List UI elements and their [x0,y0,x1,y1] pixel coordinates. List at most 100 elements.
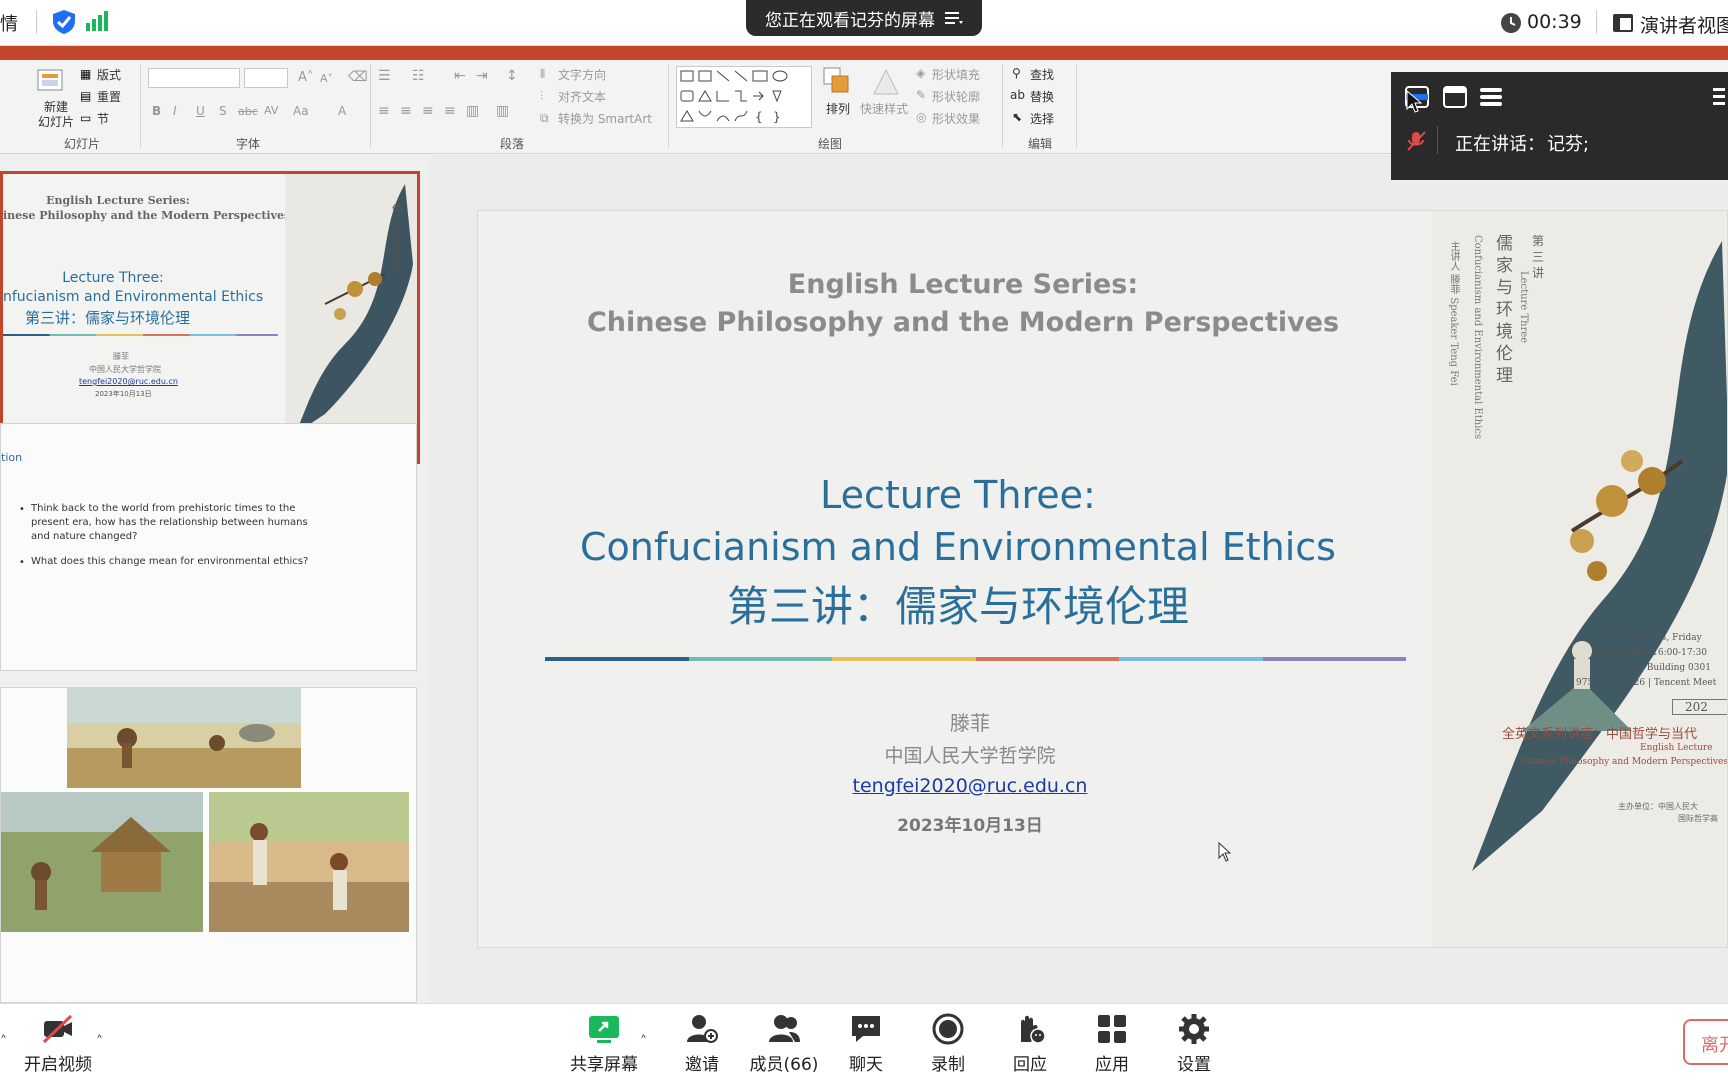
current-slide[interactable]: English Lecture Series: Chinese Philosop… [477,210,1728,948]
text-direction-icon: ⫴ [540,67,546,81]
ribbon-tab-strip[interactable] [0,46,1728,60]
numbering-icon[interactable]: ☷ [412,68,425,84]
speaker-floating-panel[interactable]: 正在讲话： 记芬; [1391,72,1728,180]
thumb1-topic: nfucianism and Environmental Ethics [3,289,264,305]
replace-button[interactable]: 替换 [1030,88,1054,105]
text-direction-button[interactable]: 文字方向 [558,66,606,83]
columns-icon[interactable]: ▥ [496,103,509,119]
leave-meeting-button[interactable]: 离开 [1683,1019,1728,1065]
poster-series-en1: English Lecture [1640,743,1713,753]
arrange-button[interactable]: 排列 [826,100,850,117]
underline-icon[interactable]: U [196,104,205,118]
font-name-dropdown[interactable] [148,68,240,88]
poster-series-cn: 全英文系列讲座：中国哲学与当代 [1502,727,1698,742]
stripe-segment [688,657,832,661]
bold-icon[interactable]: B [152,104,161,118]
settings-label: 设置 [1177,1055,1211,1075]
chat-button[interactable]: 聊天 [826,1012,906,1075]
shapes-gallery[interactable]: {} [676,66,812,128]
align-text-button[interactable]: 对齐文本 [558,88,606,105]
thumb1-cn-title: 第三讲：儒家与环境伦理 [25,309,191,327]
members-icon [769,1015,800,1042]
quick-styles-icon[interactable] [870,66,902,98]
shape-outline-button[interactable]: 形状轮廓 [932,88,980,105]
quick-styles-button[interactable]: 快速样式 [860,100,908,117]
smartart-button[interactable]: 转换为 SmartArt [558,110,652,127]
find-button[interactable]: 查找 [1030,66,1054,83]
list-view-icon[interactable] [1479,86,1503,108]
increase-indent-icon[interactable]: ⇥ [476,68,488,84]
replace-icon: ab [1010,88,1025,102]
bullets-icon[interactable]: ☰ [378,68,391,84]
thumb2-bullet-1: Think back to the world from prehistoric… [31,503,308,542]
decrease-indent-icon[interactable]: ⇤ [454,68,466,84]
record-icon [932,1013,964,1045]
shape-effects-button[interactable]: 形状效果 [932,110,980,127]
chevron-left-icon[interactable]: ˄ [0,1034,7,1050]
group-label-slides: 幻灯片 [64,137,101,151]
apps-button[interactable]: 应用 [1072,1012,1152,1075]
select-button[interactable]: 选择 [1030,110,1054,127]
italic-icon[interactable]: I [173,104,177,118]
react-button[interactable]: 回应 [990,1012,1070,1075]
poster-year: 202 [1672,699,1727,715]
new-slide-icon[interactable] [36,66,66,96]
poster-place: Lide Building 0301 [1624,663,1711,673]
screen-sharing-indicator[interactable]: 您正在观看记芬的屏幕 [746,0,982,36]
section-icon: ▭ [80,111,92,125]
grow-font-icon[interactable]: A˄ [298,70,313,85]
thumb1-date: 2023年10月13日 [95,390,152,398]
slide-thumbnail-2[interactable]: tion • Think back to the world from preh… [0,423,417,671]
slide-thumbnail-1[interactable]: English Lecture Series: inese Philosophy… [0,171,420,464]
apps-label: 应用 [1095,1055,1129,1075]
slide-thumbnail-3[interactable] [0,687,417,1003]
arrange-icon[interactable] [822,66,852,96]
justify-icon[interactable]: ≡ [444,103,456,119]
members-button[interactable]: 成员(66) [744,1012,824,1075]
speaker-email-link[interactable]: tengfei2020@ruc.edu.cn [478,775,1462,797]
divider [668,64,669,148]
svg-text:}: } [773,110,781,124]
settings-button[interactable]: 设置 [1154,1012,1234,1075]
layout-button[interactable]: 版式 [97,66,121,83]
align-center-icon[interactable]: ≡ [400,103,412,119]
poster-host: 主办单位：中国人民大 [1618,802,1698,811]
poster-series-en2: Chinese Philosophy and Modern Perspectiv… [1520,757,1728,767]
series-title-line2: Chinese Philosophy and the Modern Perspe… [586,307,1340,338]
invite-button[interactable]: 邀请 [662,1012,742,1075]
change-case-icon[interactable]: Aa [293,104,309,118]
font-color-icon[interactable]: A [338,104,346,118]
shapes-gallery-icons: {} [680,70,788,124]
char-spacing-icon[interactable]: AV [264,104,278,117]
video-toggle-button[interactable]: 开启视频 [18,1012,98,1075]
share-options-chevron-icon[interactable]: ˄ [640,1034,647,1050]
shadow-icon[interactable]: S [219,104,227,118]
reset-button[interactable]: 重置 [97,88,121,105]
video-options-chevron-icon[interactable]: ˄ [96,1034,103,1050]
align-left-icon[interactable]: ≡ [378,103,390,119]
security-shield-icon[interactable] [52,9,76,35]
poster-vertical-speaker: 主讲人 滕菲 Speaker Teng Fei [1448,241,1459,386]
stripe-segment [832,657,976,661]
divider [1002,64,1003,148]
section-button[interactable]: 节 [97,110,109,127]
network-signal-icon[interactable] [86,11,108,31]
presenter-view-button[interactable]: 演讲者视图 [1640,11,1728,38]
gallery-view-icon[interactable] [1443,86,1467,108]
panel-more-icon[interactable] [1711,86,1725,108]
clear-format-icon[interactable]: ⌫ [348,69,368,85]
meeting-top-bar: 情 您正在观看记芬的屏幕 00:39 演讲者视图 [0,0,1728,46]
distributed-icon[interactable]: ▥ [466,103,479,119]
font-size-dropdown[interactable] [244,68,288,88]
share-screen-label: 共享屏幕 [570,1055,638,1075]
share-screen-button[interactable]: 共享屏幕 [564,1012,644,1075]
record-button[interactable]: 录制 [908,1012,988,1075]
align-right-icon[interactable]: ≡ [422,103,434,119]
sharing-text: 您正在观看记芬的屏幕 [765,10,935,31]
shape-fill-button[interactable]: 形状填充 [932,66,980,83]
record-label: 录制 [931,1055,965,1075]
strikethrough-icon[interactable]: abc [238,105,258,118]
line-spacing-icon[interactable]: ↕ [506,68,518,84]
new-slide-button[interactable]: 新建 幻灯片 [36,100,76,130]
shrink-font-icon[interactable]: A˅ [320,72,333,85]
